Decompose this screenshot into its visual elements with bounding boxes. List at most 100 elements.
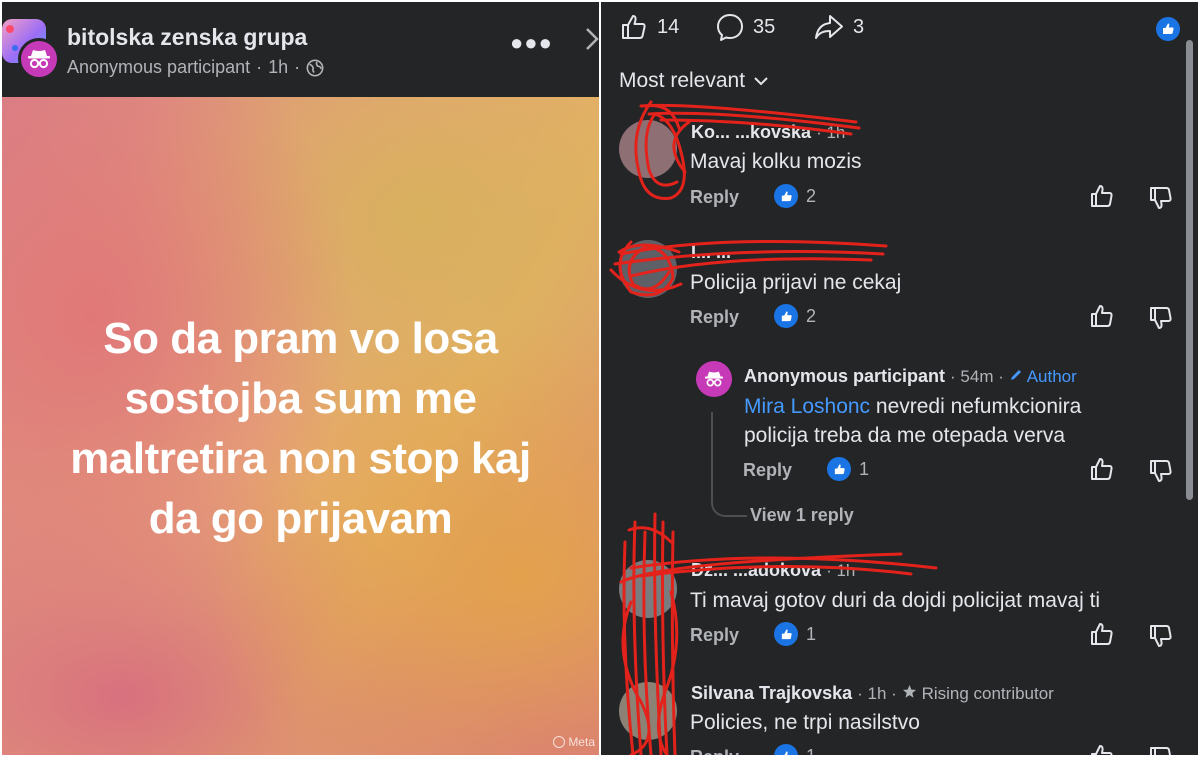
- downvote-icon[interactable]: [1148, 623, 1174, 649]
- thread-connector: [711, 412, 747, 517]
- commenter-name-text: Dz... ...adokova: [691, 560, 822, 580]
- comments-panel: 14 35 3 Most relevant Ko... ...kovska · …: [601, 2, 1198, 755]
- comment-reactions[interactable]: 1: [774, 744, 816, 755]
- sort-dropdown[interactable]: Most relevant: [619, 69, 769, 93]
- mention-link[interactable]: Mira Loshonc: [744, 395, 870, 418]
- author-badge-label: Author: [1026, 367, 1077, 386]
- comment-time: · 1h: [816, 123, 846, 142]
- upvote-icon[interactable]: [1089, 183, 1115, 209]
- comment-actions: Reply: [690, 184, 739, 210]
- thumbs-up-icon: [622, 15, 646, 39]
- anonymous-avatar-icon[interactable]: [696, 361, 732, 397]
- comment-text-part: policija treba da me otepada verva: [744, 424, 1066, 447]
- comment-like-count: 1: [806, 746, 816, 756]
- comment-actions: Reply: [690, 744, 739, 756]
- post-text: So da pram vo losa sostojba sum me maltr…: [2, 309, 599, 549]
- commenter-name-text: Ko... ...kovska: [691, 122, 812, 142]
- comment-time: · 1h ·: [857, 684, 897, 703]
- comment-bubble-icon: [717, 14, 743, 41]
- upvote-icon[interactable]: [1089, 303, 1115, 329]
- like-reaction-icon: [774, 744, 798, 755]
- commenter-name[interactable]: I... ...: [691, 242, 731, 263]
- commenter-name[interactable]: Silvana Trajkovska · 1h · Rising contrib…: [691, 683, 1054, 704]
- like-reaction-icon: [774, 184, 798, 208]
- sort-label: Most relevant: [619, 69, 746, 92]
- comment-like-count: 2: [806, 305, 817, 326]
- share-action[interactable]: 3: [813, 12, 864, 42]
- post-header: bitolska zenska grupa Anonymous particip…: [2, 2, 599, 97]
- downvote-icon[interactable]: [1148, 458, 1174, 484]
- like-reaction-icon: [827, 457, 851, 481]
- commenter-name[interactable]: Dz... ...adokova · 1h: [691, 560, 855, 581]
- comment-time: · 1h: [826, 561, 856, 580]
- downvote-icon[interactable]: [1148, 305, 1174, 331]
- watermark-text: Meta: [568, 735, 595, 749]
- reply-button[interactable]: Reply: [690, 625, 739, 646]
- comments-count: 35: [753, 15, 776, 38]
- like-reaction-badge-icon: [1156, 17, 1180, 41]
- comment-text: Mavaj kolku mozis: [690, 150, 862, 173]
- reply-button[interactable]: Reply: [743, 460, 792, 481]
- post-meta: Anonymous participant · 1h ·: [67, 57, 324, 78]
- comment-text: Mira Loshonc nevredi nefumkcionira polic…: [744, 392, 1081, 450]
- post-text-line: maltretira non stop kaj: [70, 434, 531, 483]
- likes-count: 14: [657, 15, 680, 38]
- shares-count: 3: [853, 15, 865, 38]
- comment-reactions[interactable]: 1: [774, 622, 816, 646]
- like-reaction-icon: [774, 304, 798, 328]
- comment-text-part: nevredi nefumkcionira: [870, 395, 1082, 418]
- post-panel: bitolska zenska grupa Anonymous particip…: [2, 2, 599, 755]
- upvote-icon[interactable]: [1089, 456, 1115, 482]
- star-icon: [902, 684, 916, 698]
- comment-actions: Reply: [743, 457, 792, 483]
- post-time[interactable]: 1h: [268, 57, 288, 78]
- comment-reactions[interactable]: 2: [774, 184, 816, 208]
- comment-text: Policies, ne trpi nasilstvo: [690, 711, 920, 734]
- scrollbar[interactable]: [1186, 40, 1193, 500]
- commenter-avatar[interactable]: [619, 682, 677, 740]
- commenter-avatar[interactable]: [619, 120, 677, 178]
- anonymous-avatar-icon: [18, 38, 60, 80]
- upvote-icon[interactable]: [1089, 621, 1115, 647]
- commenter-avatar[interactable]: [619, 560, 677, 618]
- like-reaction-icon: [774, 622, 798, 646]
- reactions-bar: 14 35 3: [601, 2, 1198, 57]
- reply-button[interactable]: Reply: [690, 307, 739, 328]
- commenter-name-text: Anonymous participant: [744, 366, 946, 386]
- more-options-icon[interactable]: ●●●: [510, 30, 553, 56]
- commenter-name-text: I... ...: [691, 242, 732, 262]
- comment-actions: Reply: [690, 622, 739, 648]
- meta-separator: ·: [294, 57, 301, 77]
- downvote-icon[interactable]: [1148, 185, 1174, 211]
- comment-like-count: 1: [806, 623, 817, 644]
- meta-logo-icon: [553, 736, 566, 748]
- reply-button[interactable]: Reply: [690, 187, 739, 208]
- comment-text: Policija prijavi ne cekaj: [690, 271, 902, 294]
- commenter-name[interactable]: Anonymous participant · 54m · Author: [744, 366, 1077, 387]
- comment-like-count: 2: [806, 185, 817, 206]
- globe-icon: [306, 59, 324, 76]
- chevron-down-icon: [754, 77, 768, 86]
- comment-like-count: 1: [859, 458, 870, 479]
- comment-text: Ti mavaj gotov duri da dojdi policijat m…: [690, 589, 1101, 612]
- reply-button[interactable]: Reply: [690, 747, 739, 756]
- pencil-icon: [1010, 370, 1021, 380]
- view-replies-link[interactable]: View 1 reply: [750, 505, 854, 526]
- meta-separator: ·: [256, 57, 263, 77]
- comment-action[interactable]: 35: [715, 12, 775, 42]
- comment-reactions[interactable]: 2: [774, 304, 816, 328]
- comment-actions: Reply: [690, 304, 739, 330]
- commenter-avatar[interactable]: [619, 240, 677, 298]
- commenter-name[interactable]: Ko... ...kovska · 1h: [691, 122, 845, 143]
- post-text-line: sostojba sum me: [124, 374, 477, 423]
- like-action[interactable]: 14: [619, 12, 679, 42]
- comment-reactions[interactable]: 1: [827, 457, 869, 481]
- group-name-link[interactable]: bitolska zenska grupa: [67, 24, 307, 51]
- downvote-icon[interactable]: [1148, 745, 1174, 755]
- upvote-icon[interactable]: [1089, 743, 1115, 755]
- author-badge: Author: [1009, 367, 1077, 386]
- commenter-name-text: Silvana Trajkovska: [691, 683, 853, 703]
- share-arrow-icon: [815, 15, 843, 39]
- post-author: Anonymous participant: [67, 57, 251, 77]
- chevron-right-icon[interactable]: [582, 24, 599, 54]
